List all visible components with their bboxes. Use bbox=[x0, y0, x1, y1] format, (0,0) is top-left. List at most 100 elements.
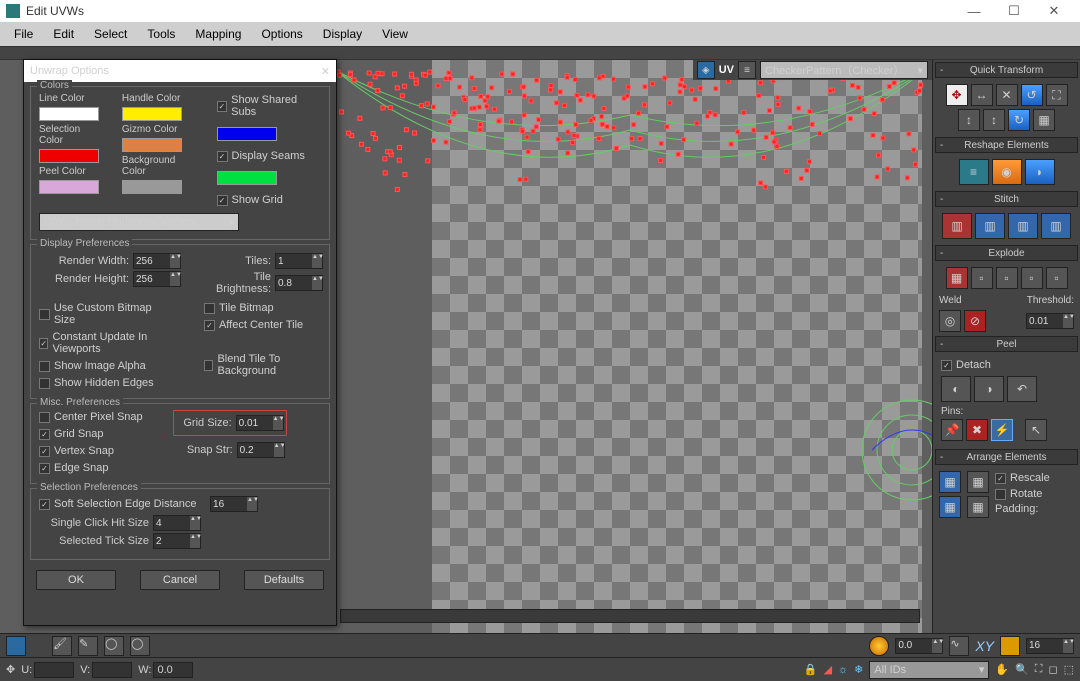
snap-str-spinner[interactable]: ▲▼ bbox=[237, 442, 285, 458]
show-image-alpha-checkbox[interactable]: Show Image Alpha bbox=[39, 359, 174, 373]
qt-rotate-cw-icon[interactable]: ↻ bbox=[1008, 109, 1030, 131]
tiles-spinner[interactable]: ▲▼ bbox=[275, 253, 323, 269]
sb-u-field[interactable] bbox=[34, 662, 74, 678]
menu-file[interactable]: File bbox=[4, 27, 43, 41]
grid-size-spinner[interactable]: ▲▼ bbox=[236, 415, 284, 431]
show-hidden-edges-checkbox[interactable]: Show Hidden Edges bbox=[39, 376, 174, 390]
bt-loop-icon[interactable]: ◯ bbox=[130, 636, 150, 656]
weld-target-icon[interactable]: ◎ bbox=[939, 310, 961, 332]
section-reshape[interactable]: Reshape Elements bbox=[935, 137, 1078, 153]
reshape-relax-icon[interactable]: ◉ bbox=[992, 159, 1022, 185]
render-height-spinner[interactable]: ▲▼ bbox=[133, 271, 181, 287]
blend-tile-checkbox[interactable]: Blend Tile To Background bbox=[204, 352, 321, 378]
reshape-straighten-icon[interactable]: ≡ bbox=[959, 159, 989, 185]
show-grid-checkbox[interactable]: ✓Show Grid bbox=[217, 193, 321, 207]
bt-brush-icon[interactable]: 🖌 bbox=[52, 636, 72, 656]
section-explode[interactable]: Explode bbox=[935, 245, 1078, 261]
defaults-button[interactable]: Defaults bbox=[244, 570, 324, 590]
sb-3d-icon[interactable]: ⬚ bbox=[1064, 663, 1074, 676]
sb-v-field[interactable] bbox=[92, 662, 132, 678]
qt-align-icon[interactable]: ↔ bbox=[971, 84, 993, 106]
explode-d-icon[interactable]: ▫ bbox=[1046, 267, 1068, 289]
threshold-spinner[interactable]: ▲▼ bbox=[1026, 313, 1074, 329]
sb-snap-icon[interactable]: ✥ bbox=[6, 663, 15, 676]
sb-snow-icon[interactable]: ❄ bbox=[854, 663, 863, 676]
constant-update-checkbox[interactable]: ✓Constant Update In Viewports bbox=[39, 330, 174, 356]
menu-view[interactable]: View bbox=[372, 27, 418, 41]
bt-paint-icon[interactable]: ✎ bbox=[78, 636, 98, 656]
qt-spread-h-icon[interactable]: ↕ bbox=[958, 109, 980, 131]
bt-count-spinner[interactable]: ▲▼ bbox=[1026, 638, 1074, 654]
sb-lock-icon[interactable]: 🔒 bbox=[804, 663, 818, 676]
dialog-close-icon[interactable]: ✕ bbox=[321, 65, 330, 78]
sb-hand-icon[interactable]: ✋ bbox=[995, 663, 1009, 676]
soft-selection-checkbox[interactable]: ✓Soft Selection Edge Distance ▲▼ bbox=[39, 495, 321, 513]
arrange-pack2-icon[interactable]: ▦ bbox=[939, 496, 961, 518]
dialog-titlebar[interactable]: Unwrap Options ✕ bbox=[24, 60, 336, 82]
center-pixel-snap-checkbox[interactable]: Center Pixel Snap bbox=[39, 410, 143, 424]
weld-selected-icon[interactable]: ⊘ bbox=[964, 310, 986, 332]
soft-selection-spinner[interactable]: ▲▼ bbox=[210, 496, 258, 512]
line-color-swatch[interactable] bbox=[39, 107, 99, 121]
bg-color-swatch[interactable] bbox=[122, 180, 182, 194]
menu-options[interactable]: Options bbox=[251, 27, 312, 41]
explode-a-icon[interactable]: ▫ bbox=[971, 267, 993, 289]
arrange-opt-icon[interactable]: ▦ bbox=[967, 471, 989, 493]
pin-auto-icon[interactable]: ⚡ bbox=[991, 419, 1013, 441]
peel-reset-icon[interactable]: ↶ bbox=[1007, 376, 1037, 402]
qt-grid-icon[interactable]: ▦ bbox=[1033, 109, 1055, 131]
menu-select[interactable]: Select bbox=[84, 27, 137, 41]
maximize-button[interactable]: ☐ bbox=[994, 0, 1034, 22]
qt-rotate-ccw-icon[interactable]: ↺ bbox=[1021, 84, 1043, 106]
show-shared-subs-checkbox[interactable]: ✓Show Shared Subs bbox=[217, 93, 321, 119]
peel-color-swatch[interactable] bbox=[39, 180, 99, 194]
close-button[interactable]: ✕ bbox=[1034, 0, 1074, 22]
sb-ids-dropdown[interactable]: All IDs▾ bbox=[869, 661, 989, 679]
pin-cursor-icon[interactable]: ↖ bbox=[1025, 419, 1047, 441]
explode-break-icon[interactable]: ▦ bbox=[946, 267, 968, 289]
texture-map-dropdown[interactable]: CheckerPattern（Checker）▾ bbox=[760, 61, 928, 79]
bt-falloff-spinner[interactable]: ▲▼ bbox=[895, 638, 943, 654]
seams-swatch[interactable] bbox=[217, 171, 277, 185]
menu-mapping[interactable]: Mapping bbox=[185, 27, 251, 41]
section-arrange[interactable]: Arrange Elements bbox=[935, 449, 1078, 465]
arrange-pack-icon[interactable]: ▦ bbox=[939, 471, 961, 493]
display-seams-checkbox[interactable]: ✓Display Seams bbox=[217, 149, 321, 163]
grid-snap-checkbox[interactable]: ✓Grid Snap bbox=[39, 427, 143, 441]
bt-curve-icon[interactable]: ∿ bbox=[949, 636, 969, 656]
sb-zoomext-icon[interactable]: ⛶ bbox=[1035, 663, 1043, 676]
reshape-linear-icon[interactable]: ◗ bbox=[1025, 159, 1055, 185]
arrange-opt2-icon[interactable]: ▦ bbox=[967, 496, 989, 518]
section-peel[interactable]: Peel bbox=[935, 336, 1078, 352]
tile-bitmap-checkbox[interactable]: Tile Bitmap bbox=[204, 301, 321, 315]
explode-b-icon[interactable]: ▫ bbox=[996, 267, 1018, 289]
sb-light-icon[interactable]: ☼ bbox=[838, 664, 848, 676]
sb-box-icon[interactable]: ◻ bbox=[1048, 663, 1057, 676]
sb-filter-icon[interactable]: ◢ bbox=[824, 663, 832, 676]
horizontal-scrollbar[interactable] bbox=[340, 609, 920, 623]
rotate-checkbox[interactable]: Rotate bbox=[995, 487, 1050, 501]
qt-flip-icon[interactable]: ✕ bbox=[996, 84, 1018, 106]
stitch-3-icon[interactable]: ▥ bbox=[1008, 213, 1038, 239]
section-quick-transform[interactable]: Quick Transform bbox=[935, 62, 1078, 78]
bt-uv-icon[interactable] bbox=[1000, 636, 1020, 656]
section-stitch[interactable]: Stitch bbox=[935, 191, 1078, 207]
edge-snap-checkbox[interactable]: ✓Edge Snap bbox=[39, 461, 143, 475]
selected-tick-spinner[interactable]: ▲▼ bbox=[153, 533, 201, 549]
menu-edit[interactable]: Edit bbox=[43, 27, 84, 41]
render-width-spinner[interactable]: ▲▼ bbox=[133, 253, 181, 269]
cancel-button[interactable]: Cancel bbox=[140, 570, 220, 590]
rescale-checkbox[interactable]: ✓Rescale bbox=[995, 471, 1050, 485]
affect-center-tile-checkbox[interactable]: ✓Affect Center Tile bbox=[204, 318, 321, 332]
peel-1-icon[interactable]: ◐ bbox=[941, 376, 971, 402]
menu-display[interactable]: Display bbox=[313, 27, 372, 41]
bt-falloff-icon[interactable] bbox=[869, 636, 889, 656]
single-click-spinner[interactable]: ▲▼ bbox=[153, 515, 201, 531]
bt-ring-icon[interactable]: ◯ bbox=[104, 636, 124, 656]
stitch-4-icon[interactable]: ▥ bbox=[1041, 213, 1071, 239]
uv-toggle-icon[interactable]: ◈ bbox=[697, 61, 715, 79]
peel-2-icon[interactable]: ◑ bbox=[974, 376, 1004, 402]
pin-add-icon[interactable]: 📌 bbox=[941, 419, 963, 441]
pin-remove-icon[interactable]: ✖ bbox=[966, 419, 988, 441]
handle-color-swatch[interactable] bbox=[122, 107, 182, 121]
